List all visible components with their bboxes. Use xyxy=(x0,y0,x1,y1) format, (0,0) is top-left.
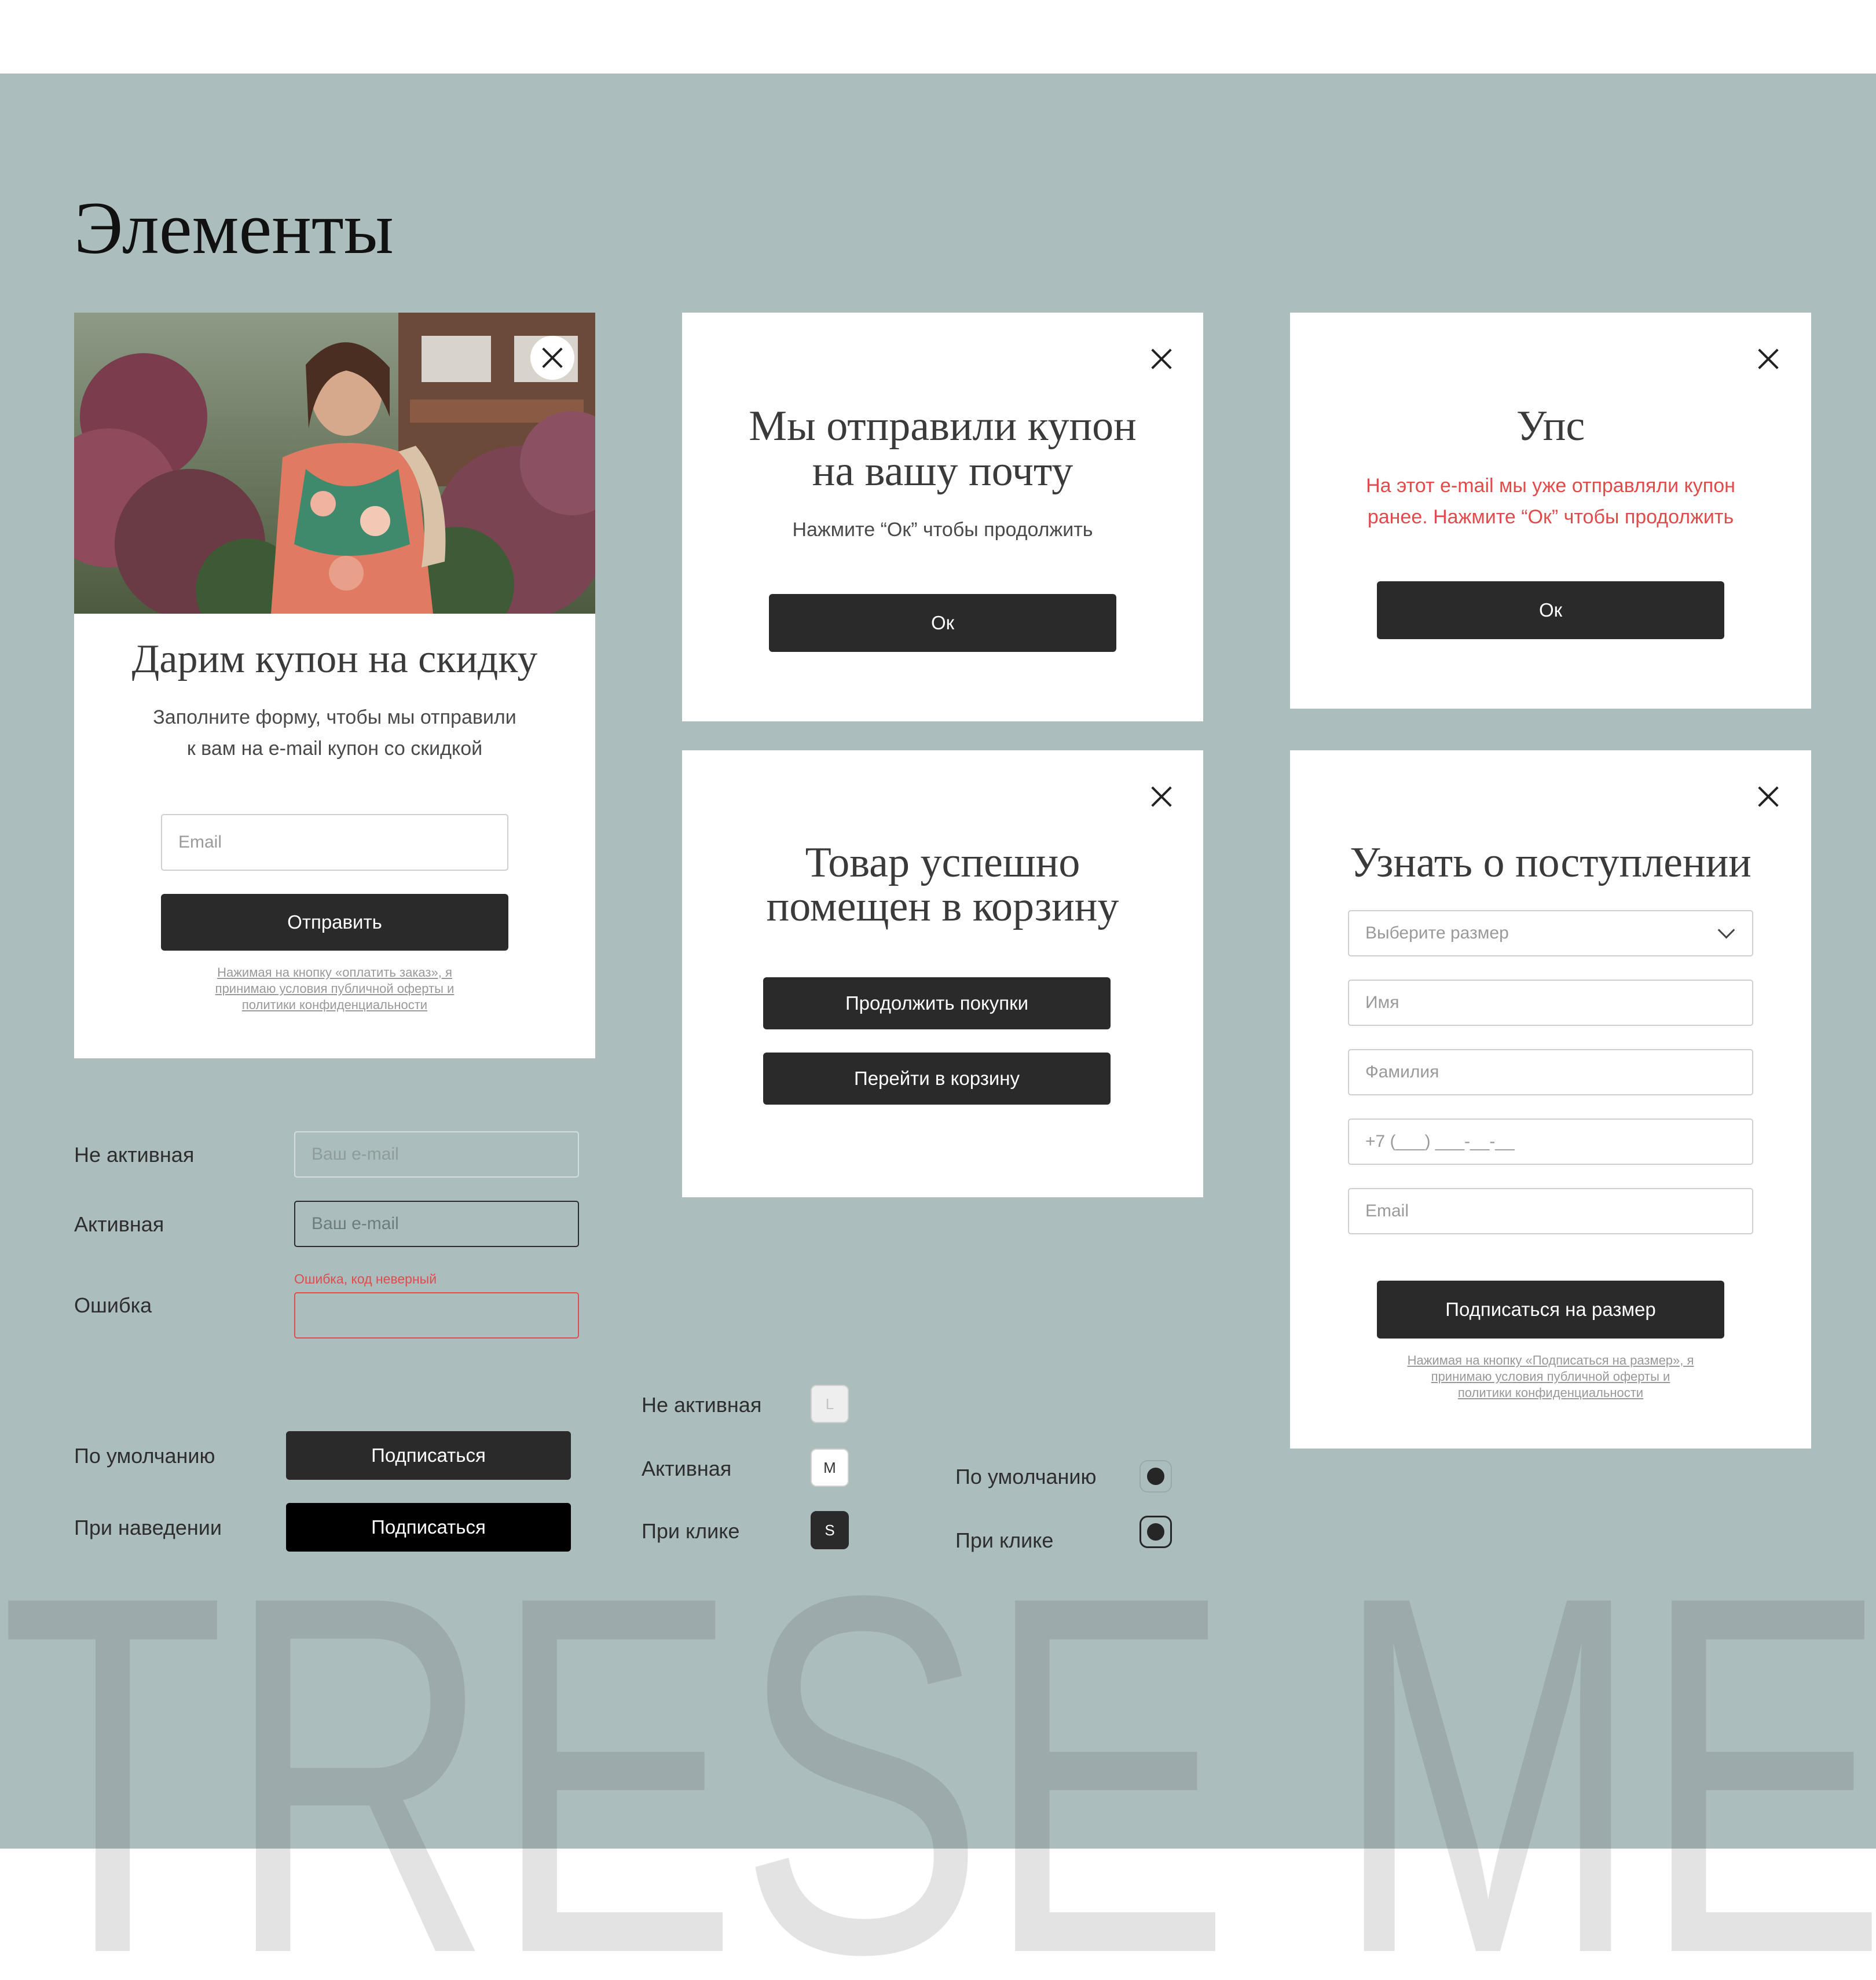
oops-popup: Упс На этот e-mail мы уже отправляли куп… xyxy=(1290,313,1811,709)
button-default-label: По умолчанию xyxy=(74,1444,215,1468)
error-message: Ошибка, код неверный xyxy=(294,1271,437,1286)
close-button[interactable] xyxy=(530,336,574,380)
sent-title-line1: Мы отправили купон xyxy=(749,402,1137,450)
ok-button[interactable]: Ок xyxy=(769,594,1116,652)
coupon-subtitle-line2: к вам на e-mail купон со скидкой xyxy=(186,738,483,760)
continue-shopping-button[interactable]: Продолжить покупки xyxy=(763,977,1111,1029)
chevron-down-icon xyxy=(1717,921,1735,939)
close-button[interactable] xyxy=(1753,782,1783,812)
legal-link-line3[interactable]: политики конфиденциальности xyxy=(74,997,595,1013)
size-chip-inactive[interactable]: L xyxy=(811,1385,849,1423)
radio-click[interactable] xyxy=(1139,1516,1172,1548)
legal-link-line1[interactable]: Нажимая на кнопку «Подписаться на размер… xyxy=(1290,1352,1811,1369)
close-button[interactable] xyxy=(1753,344,1783,374)
legal-link-line2[interactable]: принимаю условия публичной оферты и xyxy=(74,981,595,997)
email-field[interactable]: Email xyxy=(1348,1188,1753,1234)
oops-message-line1: На этот e-mail мы уже отправляли купон xyxy=(1366,475,1735,497)
radio-dot xyxy=(1147,1468,1164,1485)
input-error-label: Ошибка xyxy=(74,1293,152,1317)
radio-dot xyxy=(1147,1523,1164,1541)
popup-photo xyxy=(74,313,595,614)
radio-click-label: При клике xyxy=(955,1528,1054,1552)
notify-title: Узнать о поступлении xyxy=(1350,839,1752,886)
legal-link-line2[interactable]: принимаю условия публичной оферты и xyxy=(1290,1369,1811,1385)
submit-button[interactable]: Отправить xyxy=(161,894,508,951)
subscribe-button-default[interactable]: Подписаться xyxy=(286,1431,571,1480)
coupon-subtitle-line1: Заполните форму, чтобы мы отправили xyxy=(153,706,516,728)
radio-default[interactable] xyxy=(1139,1460,1172,1493)
coupon-sent-popup: Мы отправили купон на вашу почту Нажмите… xyxy=(682,313,1203,721)
close-button[interactable] xyxy=(1146,782,1177,812)
name-field[interactable]: Имя xyxy=(1348,980,1753,1026)
button-hover-label: При наведении xyxy=(74,1516,222,1539)
coupon-title: Дарим купон на скидку xyxy=(131,637,538,681)
woman-garden-photo xyxy=(74,313,595,614)
cart-title-line1: Товар успешно xyxy=(805,839,1080,886)
go-to-cart-button[interactable]: Перейти в корзину xyxy=(763,1053,1111,1105)
brand-watermark-text: TRESE ME TRESE ME xyxy=(0,1575,1876,1980)
ok-button[interactable]: Ок xyxy=(1377,581,1724,639)
input-active-label: Активная xyxy=(74,1212,164,1236)
notify-popup: Узнать о поступлении Выберите размер Имя… xyxy=(1290,750,1811,1449)
subscribe-size-button[interactable]: Подписаться на размер xyxy=(1377,1281,1724,1339)
sent-subtitle: Нажмите “Ок” чтобы продолжить xyxy=(792,519,1093,541)
legal-link-line3[interactable]: политики конфиденциальности xyxy=(1290,1385,1811,1401)
email-input-error[interactable] xyxy=(294,1292,579,1339)
coupon-popup: Дарим купон на скидку Заполните форму, ч… xyxy=(74,313,595,1058)
size-active-label: Активная xyxy=(642,1457,732,1480)
size-select-value: Выберите размер xyxy=(1365,923,1509,943)
email-input-inactive[interactable]: Ваш e-mail xyxy=(294,1131,579,1178)
cart-title-line2: помещен в корзину xyxy=(766,883,1119,930)
size-select[interactable]: Выберите размер xyxy=(1348,910,1753,956)
size-click-label: При клике xyxy=(642,1519,740,1543)
email-input-active[interactable]: Ваш e-mail xyxy=(294,1201,579,1247)
input-inactive-label: Не активная xyxy=(74,1143,195,1167)
radio-default-label: По умолчанию xyxy=(955,1465,1097,1488)
surname-field[interactable]: Фамилия xyxy=(1348,1049,1753,1095)
sent-title-line2: на вашу почту xyxy=(812,448,1073,495)
size-inactive-label: Не активная xyxy=(642,1393,762,1417)
page-title: Элементы xyxy=(74,187,394,269)
size-chip-click[interactable]: S xyxy=(811,1511,849,1549)
size-chip-active[interactable]: M xyxy=(811,1449,849,1487)
legal-link-line1[interactable]: Нажимая на кнопку «оплатить заказ», я xyxy=(74,965,595,981)
oops-title: Упс xyxy=(1516,402,1585,450)
oops-message-line2: ранее. Нажмите “Ок” чтобы продолжить xyxy=(1367,506,1734,528)
close-button[interactable] xyxy=(1146,344,1177,374)
subscribe-button-hover[interactable]: Подписаться xyxy=(286,1503,571,1552)
email-field[interactable]: Email xyxy=(161,814,508,871)
phone-field[interactable]: +7 (___) ___-__-__ xyxy=(1348,1119,1753,1165)
cart-popup: Товар успешно помещен в корзину Продолжи… xyxy=(682,750,1203,1197)
brand-watermark: TRESE ME TRESE ME xyxy=(0,1575,1876,1980)
